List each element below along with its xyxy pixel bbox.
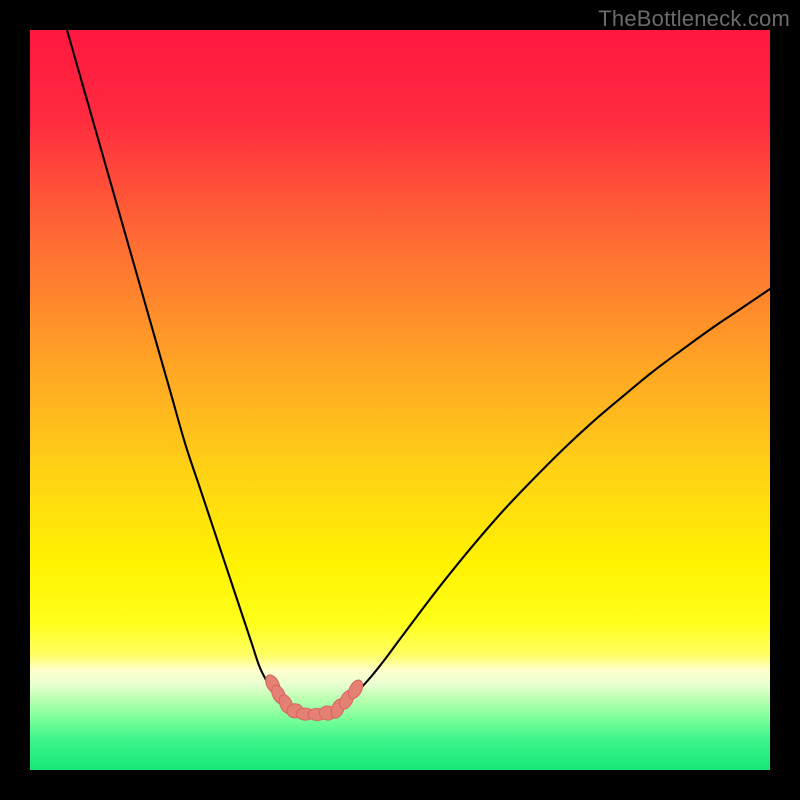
watermark-text: TheBottleneck.com	[598, 6, 790, 32]
bottleneck-curve-chart	[30, 30, 770, 770]
plot-area	[30, 30, 770, 770]
chart-frame: TheBottleneck.com	[0, 0, 800, 800]
gradient-background	[30, 30, 770, 770]
